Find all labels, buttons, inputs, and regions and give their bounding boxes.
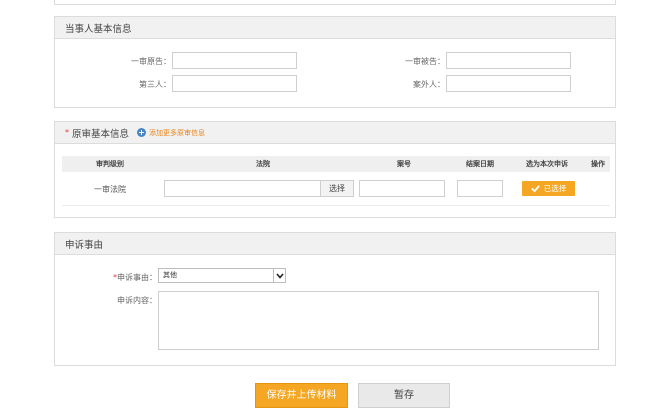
- add-more-trial-link[interactable]: + 添加更多原审信息: [137, 128, 205, 138]
- appeal-content-label: 申诉内容：: [117, 296, 157, 305]
- defendant-input[interactable]: [446, 52, 571, 69]
- parties-panel: 当事人基本信息 一审原告： 第三人： 一审被告： 案外人：: [54, 16, 616, 108]
- col-trial-level: 审判级别: [96, 160, 124, 168]
- outsider-label: 案外人：: [413, 80, 445, 89]
- col-case-no: 案号: [397, 160, 411, 168]
- third-party-label: 第三人：: [139, 80, 171, 89]
- plus-circle-icon: +: [137, 128, 147, 137]
- col-court: 法院: [256, 160, 270, 168]
- required-asterisk: *: [65, 128, 69, 137]
- appeal-panel-title: 申诉事由: [65, 239, 104, 251]
- save-and-upload-button[interactable]: 保存并上传材料: [255, 383, 348, 408]
- parties-panel-title: 当事人基本信息: [65, 23, 132, 35]
- case-number-input[interactable]: [359, 180, 445, 197]
- defendant-label: 一审被告：: [405, 57, 445, 66]
- previous-section-bottom: [54, 0, 616, 5]
- parties-panel-header: 当事人基本信息: [55, 17, 615, 39]
- original-trial-panel: * 原审基本信息 + 添加更多原审信息 审判级别 法院 案号 结案日期 选为本次…: [54, 121, 616, 218]
- appeal-reason-label-text: 申诉事由：: [117, 273, 157, 282]
- selected-for-appeal-button[interactable]: 已选择: [522, 181, 575, 196]
- col-operation: 操作: [591, 160, 605, 168]
- col-closing-date: 结案日期: [466, 160, 494, 168]
- outsider-input[interactable]: [446, 75, 571, 92]
- plaintiff-label: 一审原告：: [131, 57, 171, 66]
- court-select-button[interactable]: 选择: [320, 180, 354, 197]
- plaintiff-input[interactable]: [172, 52, 297, 69]
- table-row-trial-level: 一审法院: [94, 185, 126, 194]
- appeal-content-textarea[interactable]: [158, 291, 599, 350]
- chevron-down-icon: [273, 269, 285, 282]
- closing-date-input[interactable]: [457, 180, 503, 197]
- col-select-for-appeal: 选为本次申诉: [526, 160, 568, 168]
- appeal-panel: 申诉事由 *申诉事由： 其他 申诉内容：: [54, 232, 616, 366]
- row-divider: [62, 205, 610, 206]
- add-more-trial-label: 添加更多原审信息: [149, 128, 206, 137]
- appeal-reason-select[interactable]: 其他: [158, 268, 286, 283]
- temporary-save-button[interactable]: 暂存: [358, 383, 450, 408]
- selected-label: 已选择: [543, 184, 567, 193]
- court-input[interactable]: [164, 180, 321, 197]
- checkmark-icon: [531, 185, 540, 193]
- original-trial-panel-title: 原审基本信息: [72, 128, 130, 140]
- original-trial-panel-header: * 原审基本信息 + 添加更多原审信息: [55, 122, 615, 144]
- trial-table-header: 审判级别 法院 案号 结案日期 选为本次申诉 操作: [62, 156, 610, 172]
- third-party-input[interactable]: [172, 75, 297, 92]
- appeal-reason-label: *申诉事由：: [95, 272, 157, 283]
- appeal-reason-value: 其他: [163, 271, 177, 279]
- appeal-panel-header: 申诉事由: [55, 233, 615, 255]
